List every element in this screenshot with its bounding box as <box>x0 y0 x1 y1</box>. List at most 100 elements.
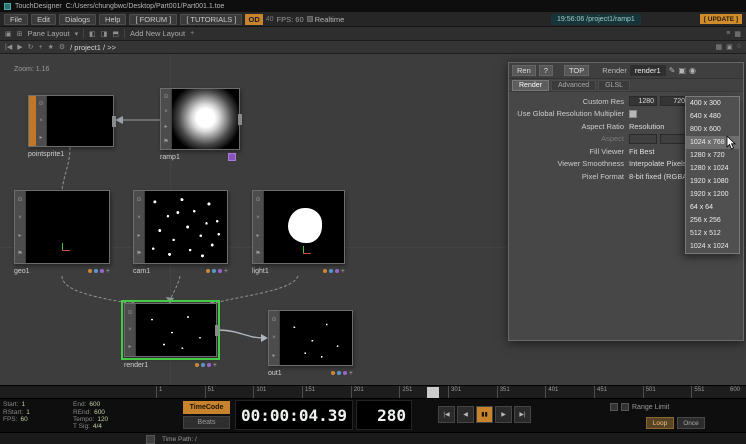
menu-item[interactable]: 64 x 64 <box>686 201 739 214</box>
display-flag-icon[interactable]: ▸ <box>164 124 167 130</box>
step-back-button[interactable]: ◀ <box>457 406 474 423</box>
viewer-flag-icon[interactable]: ⊙ <box>136 197 141 203</box>
node-color-dot-orange[interactable] <box>206 269 210 273</box>
node-color-dot-purple[interactable] <box>100 269 104 273</box>
node-viewer[interactable] <box>280 311 352 365</box>
node-comment-icon[interactable] <box>228 153 236 161</box>
grid-view-icon[interactable]: ▦ <box>734 30 741 38</box>
node-flag-column[interactable]: ⊙ × ▸ <box>36 96 47 146</box>
menu-item[interactable]: 1920 x 1200 <box>686 188 739 201</box>
play-button[interactable]: ▶ <box>495 406 512 423</box>
forum-button[interactable]: [ FORUM ] <box>129 14 177 25</box>
timecode-mode-button[interactable]: TimeCode <box>183 401 230 414</box>
bypass-flag-icon[interactable]: × <box>128 327 132 333</box>
viewer-flag-icon[interactable]: ⊙ <box>271 317 276 323</box>
lock-flag-icon[interactable]: ⚑ <box>163 139 168 145</box>
display-flag-icon[interactable]: ⚑ <box>255 251 260 257</box>
rstart-value[interactable]: 1 <box>26 409 30 416</box>
node-geo1[interactable]: ⊙ × ▸ ⚑ <box>14 190 110 264</box>
menu-list-icon[interactable]: ≡ <box>726 30 730 38</box>
breadcrumb[interactable]: / project1 / >> <box>70 43 116 52</box>
bypass-flag-icon[interactable]: × <box>137 215 141 221</box>
tab-render[interactable]: Render <box>512 80 549 91</box>
node-flag-column[interactable]: ⊙ × ▸ <box>125 304 136 356</box>
node-viewer[interactable] <box>145 191 227 263</box>
tempo-value[interactable]: 120 <box>97 416 108 423</box>
pane-grid-icon[interactable]: ⊞ <box>17 30 23 38</box>
display-flag-icon[interactable]: ▸ <box>128 344 131 350</box>
node-color-dot-orange[interactable] <box>331 371 335 375</box>
bypass-flag-icon[interactable]: × <box>164 109 168 115</box>
node-color-dot-blue[interactable] <box>212 269 216 273</box>
loop-button[interactable]: Loop <box>646 417 674 429</box>
tutorials-button[interactable]: [ TUTORIALS ] <box>180 14 242 25</box>
fps-value[interactable]: 60 <box>20 416 27 423</box>
menu-file[interactable]: File <box>4 14 28 25</box>
bypass-flag-icon[interactable]: × <box>272 335 276 341</box>
global-res-multiplier-checkbox[interactable] <box>629 110 637 118</box>
end-value[interactable]: 600 <box>89 401 100 408</box>
node-flag-column[interactable]: ⊙ × ▸ ⚑ <box>15 191 26 263</box>
viewer-flag-icon[interactable]: ⊙ <box>38 101 43 107</box>
menu-help[interactable]: Help <box>99 14 126 25</box>
panel-view-icon[interactable]: ▣ <box>726 43 733 51</box>
custom-res-width-field[interactable]: 1280 <box>629 96 657 106</box>
node-color-dot-orange[interactable] <box>195 363 199 367</box>
node-out1[interactable]: ⊙ × ▸ <box>268 310 353 366</box>
viewer-flag-icon[interactable]: ⊙ <box>17 197 22 203</box>
ruler-track[interactable]: 1 51 101 151 201 251 301 351 401 451 501… <box>156 386 740 398</box>
language-icon[interactable]: ◉ <box>689 66 696 75</box>
node-cam1[interactable]: ⊙ × ▸ ⚑ <box>133 190 228 264</box>
bypass-flag-icon[interactable]: × <box>39 118 43 124</box>
display-flag-icon[interactable]: ⚑ <box>17 251 22 257</box>
rend-value[interactable]: 600 <box>94 409 105 416</box>
timeline-ruler[interactable]: 1 51 101 151 201 251 301 351 401 451 501… <box>0 386 746 399</box>
display-flag-icon[interactable]: ▸ <box>39 135 42 141</box>
tab-glsl[interactable]: GLSL <box>598 80 630 91</box>
display-flag-icon[interactable]: ▸ <box>272 353 275 359</box>
menu-item[interactable]: 400 x 300 <box>686 97 739 110</box>
node-add-icon[interactable]: + <box>341 268 345 275</box>
node-flag-column[interactable]: ⊙ × ▸ ⚑ <box>134 191 145 263</box>
menu-item[interactable]: 512 x 512 <box>686 227 739 240</box>
node-light1[interactable]: ⊙ × ▸ ⚑ <box>252 190 345 264</box>
jump-end-button[interactable]: ▶| <box>514 406 531 423</box>
family-top-button[interactable]: TOP <box>564 65 589 76</box>
menu-dialogs[interactable]: Dialogs <box>59 14 96 25</box>
node-color-dot-purple[interactable] <box>343 371 347 375</box>
op-menu-button[interactable]: Ren <box>512 65 536 76</box>
node-color-dot-blue[interactable] <box>201 363 205 367</box>
jump-start-button[interactable]: |◀ <box>438 406 455 423</box>
time-path-handle-icon[interactable] <box>146 435 155 444</box>
node-ramp1[interactable]: ⊙ × ▸ ⚑ <box>160 88 240 150</box>
node-viewer[interactable] <box>264 191 344 263</box>
node-add-icon[interactable]: + <box>106 268 110 275</box>
menu-item[interactable]: 800 x 600 <box>686 123 739 136</box>
pause-button[interactable]: ▮▮ <box>476 406 493 423</box>
node-color-dot-purple[interactable] <box>207 363 211 367</box>
render-flag-icon[interactable]: ▸ <box>137 233 140 239</box>
copy-icon[interactable]: ▣ <box>678 66 686 75</box>
od-toggle[interactable]: OD <box>245 14 262 25</box>
op-name-field[interactable]: render1 <box>630 65 666 76</box>
nav-forward-icon[interactable]: ▶ <box>17 43 22 51</box>
pixel-format-menu[interactable]: 8-bit fixed (RGBA) <box>629 172 690 181</box>
node-pointsprite1[interactable]: ⊙ × ▸ <box>28 95 114 147</box>
tsig-value[interactable]: 4/4 <box>93 423 102 430</box>
add-icon[interactable]: + <box>38 44 42 51</box>
viewer-smoothness-menu[interactable]: Interpolate Pixels <box>629 159 687 168</box>
menu-item[interactable]: 256 x 256 <box>686 214 739 227</box>
pane-layout-menu[interactable]: Pane Layout <box>28 29 70 38</box>
menu-item[interactable]: 640 x 480 <box>686 110 739 123</box>
nav-back-icon[interactable]: |◀ <box>5 43 12 51</box>
fill-viewer-menu[interactable]: Fit Best <box>629 147 654 156</box>
viewer-flag-icon[interactable]: ⊙ <box>127 310 132 316</box>
output-connector[interactable] <box>215 325 219 336</box>
star-icon[interactable]: ★ <box>48 43 54 51</box>
pane-split-icon[interactable]: ▣ <box>5 30 12 38</box>
add-new-layout-button[interactable]: Add New Layout <box>130 29 185 38</box>
menu-item[interactable]: 1920 x 1080 <box>686 175 739 188</box>
menu-item[interactable]: 1024 x 1024 <box>686 240 739 253</box>
output-connector[interactable] <box>112 116 116 127</box>
bypass-flag-icon[interactable]: × <box>18 215 22 221</box>
